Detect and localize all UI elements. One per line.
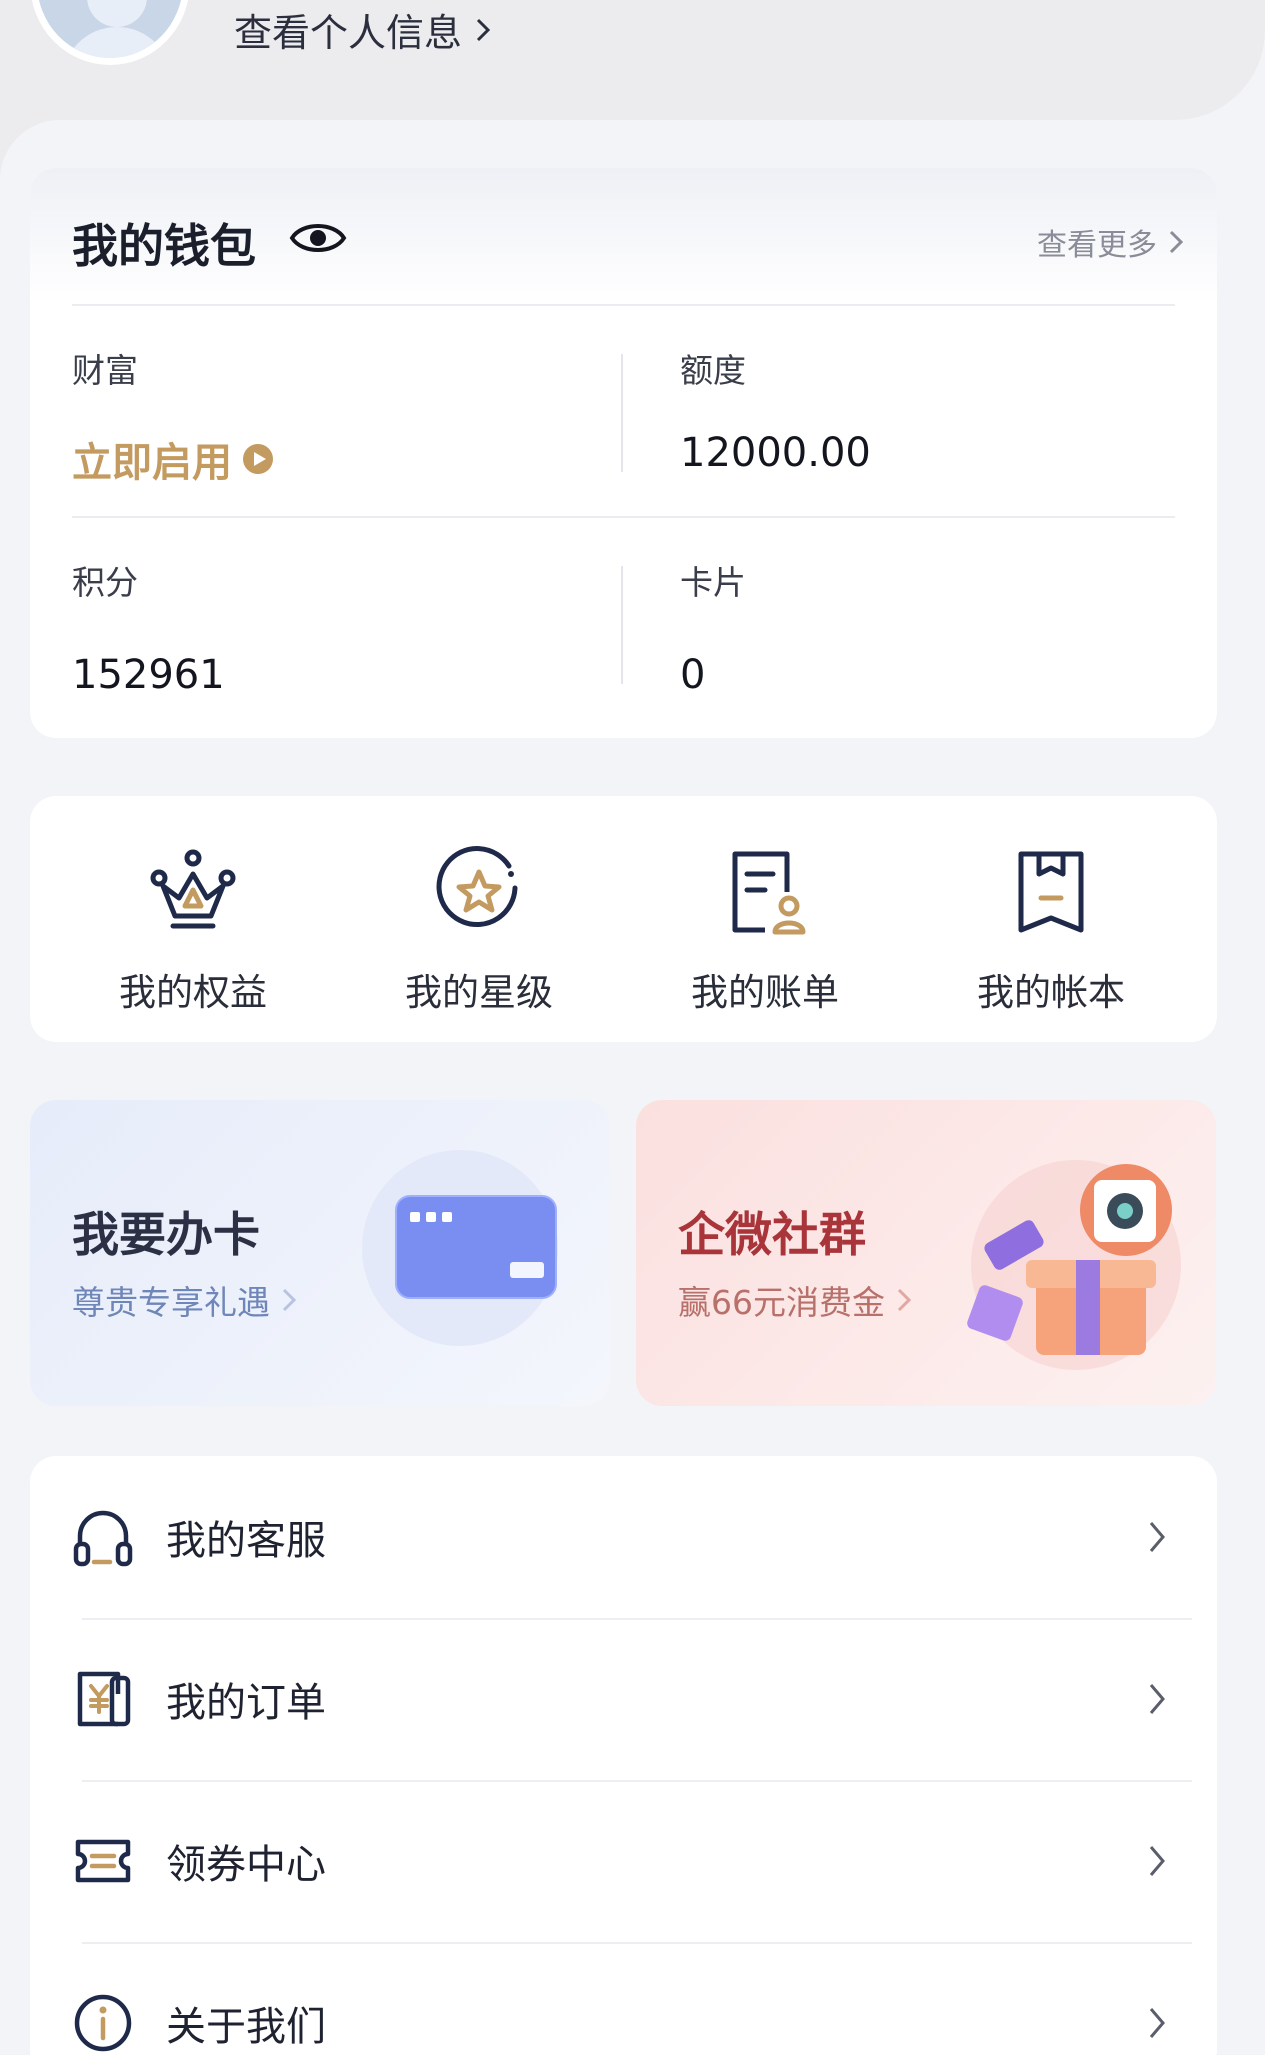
ledger-icon — [1018, 851, 1084, 933]
bill-icon — [732, 851, 806, 935]
wallet-title: 我的钱包 — [72, 219, 256, 273]
info-icon — [74, 1994, 132, 2052]
chevron-right-icon — [282, 1288, 297, 1312]
wecom-community-subtitle: 赢66元消费金 — [678, 1276, 913, 1324]
activate-wealth-label: 立即启用 — [72, 440, 232, 486]
cards-value: 0 — [680, 652, 706, 698]
quick-ledger[interactable]: 我的帐本 — [931, 796, 1171, 1042]
chevron-right-icon — [897, 1288, 912, 1312]
quick-benefits-label: 我的权益 — [119, 971, 267, 1014]
quick-ledger-label: 我的帐本 — [977, 971, 1125, 1014]
menu-item-label: 我的订单 — [166, 1680, 326, 1726]
chevron-right-icon — [1149, 2008, 1165, 2038]
wallet-vdivider — [621, 354, 623, 472]
menu-item-customer-service[interactable]: 我的客服 — [30, 1456, 1217, 1618]
apply-card-banner[interactable]: 我要办卡 尊贵专享礼遇 — [30, 1100, 610, 1406]
wallet-header: 我的钱包 查看更多 — [30, 168, 1217, 305]
wallet-divider — [72, 304, 1175, 306]
activate-wealth-link[interactable]: 立即启用 — [72, 430, 274, 488]
view-profile-label: 查看个人信息 — [234, 11, 463, 55]
menu-item-label: 关于我们 — [166, 2004, 326, 2050]
points-value: 152961 — [72, 652, 225, 698]
cards-label: 卡片 — [680, 563, 746, 602]
coupon-icon — [75, 1839, 131, 1883]
chevron-right-icon — [1149, 1522, 1165, 1552]
play-circle-icon — [243, 444, 273, 474]
apply-card-subtitle-text: 尊贵专享礼遇 — [72, 1283, 270, 1322]
gift-qr-illustration — [967, 1160, 1181, 1370]
menu-item-about-us[interactable]: 关于我们 — [30, 1942, 1217, 2055]
chevron-right-icon — [1169, 230, 1184, 254]
apply-card-title: 我要办卡 — [72, 1208, 260, 1263]
credit-card-illustration — [362, 1150, 558, 1346]
quick-bill-label: 我的账单 — [691, 971, 839, 1014]
quick-star-level[interactable]: 我的星级 — [359, 796, 599, 1042]
view-profile-link[interactable]: 查看个人信息 — [234, 2, 492, 57]
wallet-divider — [72, 516, 1175, 518]
quick-star-level-label: 我的星级 — [405, 971, 553, 1014]
points-label: 积分 — [72, 563, 138, 602]
menu-list-card: 我的客服 我的订单 领券中心 关于我们 — [30, 1456, 1217, 2055]
quick-bill[interactable]: 我的账单 — [645, 796, 885, 1042]
wealth-label: 财富 — [72, 351, 138, 390]
header-background — [0, 0, 1265, 120]
apply-card-subtitle: 尊贵专享礼遇 — [72, 1276, 298, 1324]
wecom-community-subtitle-text: 赢66元消费金 — [678, 1283, 885, 1322]
crown-icon — [150, 849, 236, 929]
credit-limit-label: 额度 — [680, 351, 746, 390]
wallet-card: 我的钱包 查看更多 财富 立即启用 额度 12000.00 积分 152961 … — [30, 168, 1217, 738]
menu-item-label: 领券中心 — [166, 1842, 326, 1888]
quick-benefits[interactable]: 我的权益 — [73, 796, 313, 1042]
chevron-right-icon — [476, 18, 491, 41]
quick-actions-card: 我的权益 我的星级 我的账单 我的帐本 — [30, 796, 1217, 1042]
menu-item-label: 我的客服 — [166, 1518, 326, 1564]
wecom-community-banner[interactable]: 企微社群 赢66元消费金 — [636, 1100, 1216, 1406]
profile-page: 查看个人信息 我的钱包 查看更多 财富 立即启用 额度 12000.00 积分 … — [0, 0, 1265, 2055]
wallet-vdivider — [621, 566, 623, 684]
menu-item-orders[interactable]: 我的订单 — [30, 1618, 1217, 1780]
eye-icon[interactable] — [288, 216, 348, 260]
menu-item-coupon-center[interactable]: 领券中心 — [30, 1780, 1217, 1942]
chevron-right-icon — [1149, 1846, 1165, 1876]
star-badge-icon — [436, 846, 518, 927]
view-more-link[interactable]: 查看更多 — [1037, 220, 1185, 264]
chevron-right-icon — [1149, 1684, 1165, 1714]
order-icon — [77, 1671, 131, 1727]
view-more-label: 查看更多 — [1037, 228, 1157, 263]
headset-icon — [73, 1510, 133, 1567]
wecom-community-title: 企微社群 — [678, 1208, 866, 1263]
credit-limit-value: 12000.00 — [680, 430, 871, 476]
